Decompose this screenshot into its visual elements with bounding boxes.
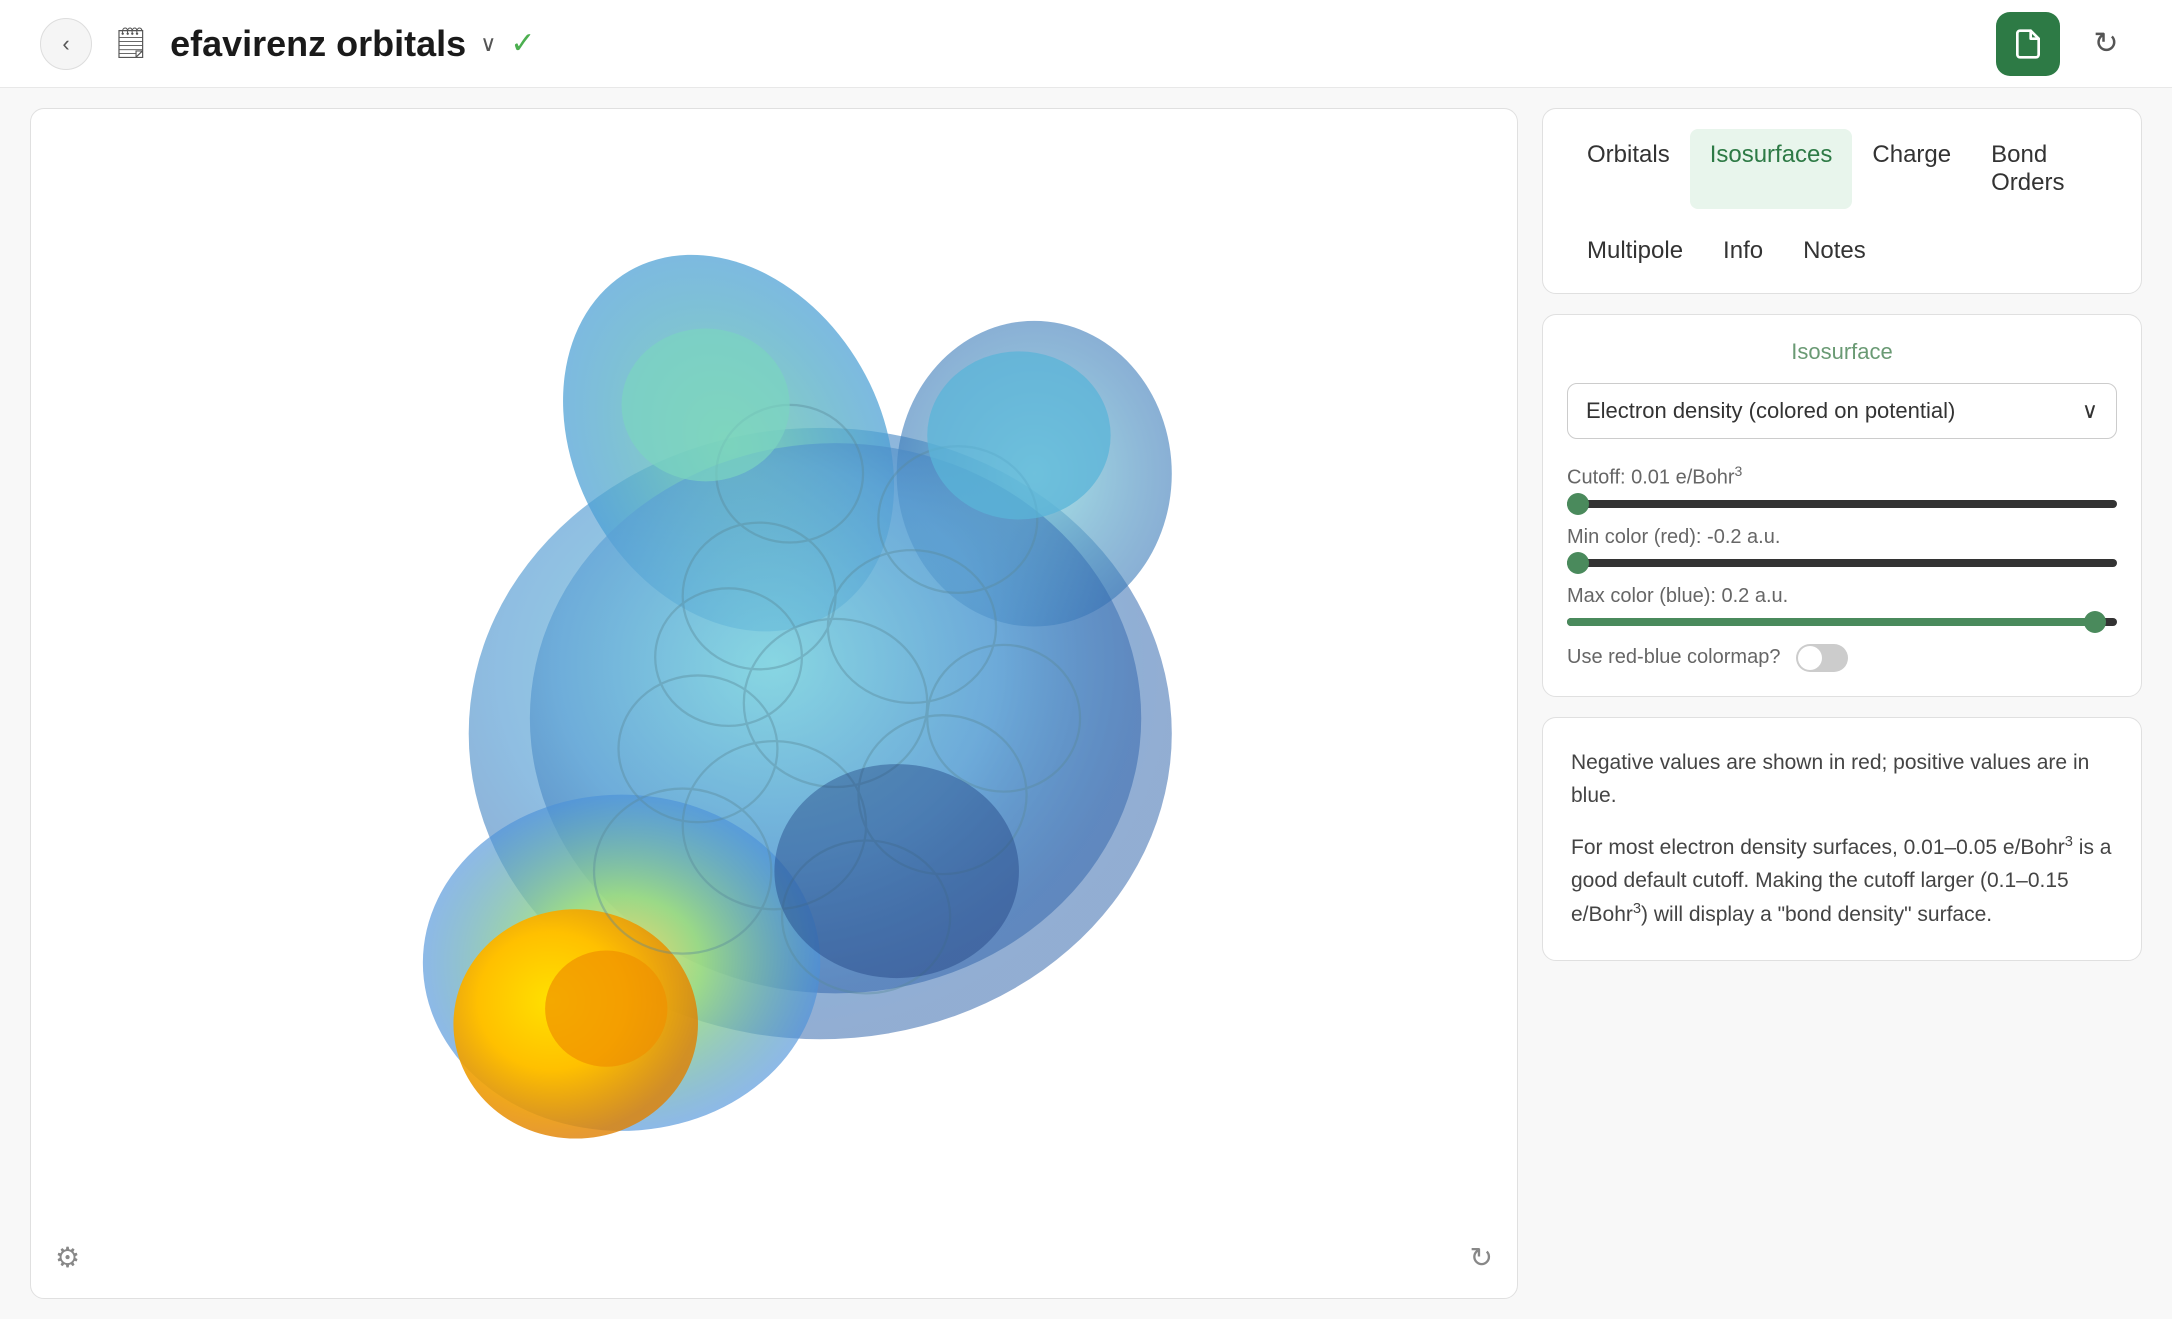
tab-multipole[interactable]: Multipole [1567, 225, 1703, 277]
isosurface-title: Isosurface [1567, 339, 2117, 365]
max-color-slider-fill [1567, 618, 2095, 626]
info-paragraph-2: For most electron density surfaces, 0.01… [1571, 831, 2113, 932]
app-window: ‹ 🗒 efavirenz orbitals ∨ ✓ ↻ [0, 0, 2172, 1240]
back-icon: ‹ [62, 31, 69, 57]
viewer-bottom-right: ↻ [1470, 1241, 1493, 1274]
cutoff-slider-group: Cutoff: 0.01 e/Bohr3 [1567, 463, 2117, 508]
settings-button[interactable]: ⚙ [55, 1241, 80, 1274]
max-color-slider-track[interactable] [1567, 618, 2117, 626]
refresh-header-icon: ↻ [2093, 26, 2118, 61]
title-area: efavirenz orbitals ∨ ✓ [170, 23, 535, 65]
document-icon: 🗒 [112, 26, 150, 61]
tab-row-1: Orbitals Isosurfaces Charge Bond Orders [1567, 129, 2117, 209]
tab-row-2: Multipole Info Notes [1567, 225, 2117, 277]
header: ‹ 🗒 efavirenz orbitals ∨ ✓ ↻ [0, 0, 2172, 88]
tab-bond-orders[interactable]: Bond Orders [1971, 129, 2117, 209]
viewer-bottom-left: ⚙ [55, 1241, 80, 1274]
max-color-slider-thumb[interactable] [2084, 611, 2106, 633]
info-card: Negative values are shown in red; positi… [1542, 717, 2142, 961]
refresh-viewer-button[interactable]: ↻ [1470, 1241, 1493, 1274]
cutoff-slider-thumb[interactable] [1567, 493, 1589, 515]
header-left: ‹ 🗒 efavirenz orbitals ∨ ✓ [40, 18, 535, 70]
title-chevron-icon[interactable]: ∨ [480, 31, 496, 57]
checkmark-icon: ✓ [510, 26, 535, 61]
viewer-panel: ⚙ ↻ [30, 108, 1518, 1299]
right-panel: Orbitals Isosurfaces Charge Bond Orders … [1542, 108, 2142, 1299]
colormap-toggle[interactable] [1796, 644, 1848, 672]
molecule-canvas [31, 109, 1517, 1298]
save-button[interactable] [1996, 12, 2060, 76]
back-button[interactable]: ‹ [40, 18, 92, 70]
tab-info[interactable]: Info [1703, 225, 1783, 277]
min-color-label: Min color (red): -0.2 a.u. [1567, 526, 2117, 549]
molecule-visualization [180, 168, 1369, 1238]
header-right: ↻ [1996, 12, 2132, 76]
info-text: Negative values are shown in red; positi… [1571, 746, 2113, 932]
page-title: efavirenz orbitals [170, 23, 466, 65]
save-icon [2012, 28, 2044, 60]
tab-charge[interactable]: Charge [1852, 129, 1971, 209]
main-content: ⚙ ↻ Orbitals Isosurfaces [0, 88, 2172, 1319]
toggle-row: Use red-blue colormap? [1567, 644, 2117, 672]
min-color-slider-track[interactable] [1567, 559, 2117, 567]
isosurface-dropdown[interactable]: Electron density (colored on potential) … [1567, 383, 2117, 439]
tab-orbitals[interactable]: Orbitals [1567, 129, 1690, 209]
refresh-header-button[interactable]: ↻ [2080, 18, 2132, 70]
settings-icon: ⚙ [55, 1242, 80, 1273]
toggle-label: Use red-blue colormap? [1567, 646, 1780, 669]
isosurface-card: Isosurface Electron density (colored on … [1542, 314, 2142, 697]
cutoff-label: Cutoff: 0.01 e/Bohr3 [1567, 463, 2117, 490]
min-color-slider-thumb[interactable] [1567, 552, 1589, 574]
tab-isosurfaces[interactable]: Isosurfaces [1690, 129, 1853, 209]
max-color-label: Max color (blue): 0.2 a.u. [1567, 585, 2117, 608]
tabs-container: Orbitals Isosurfaces Charge Bond Orders … [1542, 108, 2142, 294]
max-color-slider-group: Max color (blue): 0.2 a.u. [1567, 585, 2117, 626]
dropdown-value: Electron density (colored on potential) [1586, 398, 1955, 424]
refresh-viewer-icon: ↻ [1470, 1242, 1493, 1273]
tab-notes[interactable]: Notes [1783, 225, 1886, 277]
toggle-knob [1798, 646, 1822, 670]
cutoff-slider-track[interactable] [1567, 500, 2117, 508]
dropdown-chevron-icon: ∨ [2082, 398, 2098, 424]
min-color-slider-group: Min color (red): -0.2 a.u. [1567, 526, 2117, 567]
info-paragraph-1: Negative values are shown in red; positi… [1571, 746, 2113, 813]
